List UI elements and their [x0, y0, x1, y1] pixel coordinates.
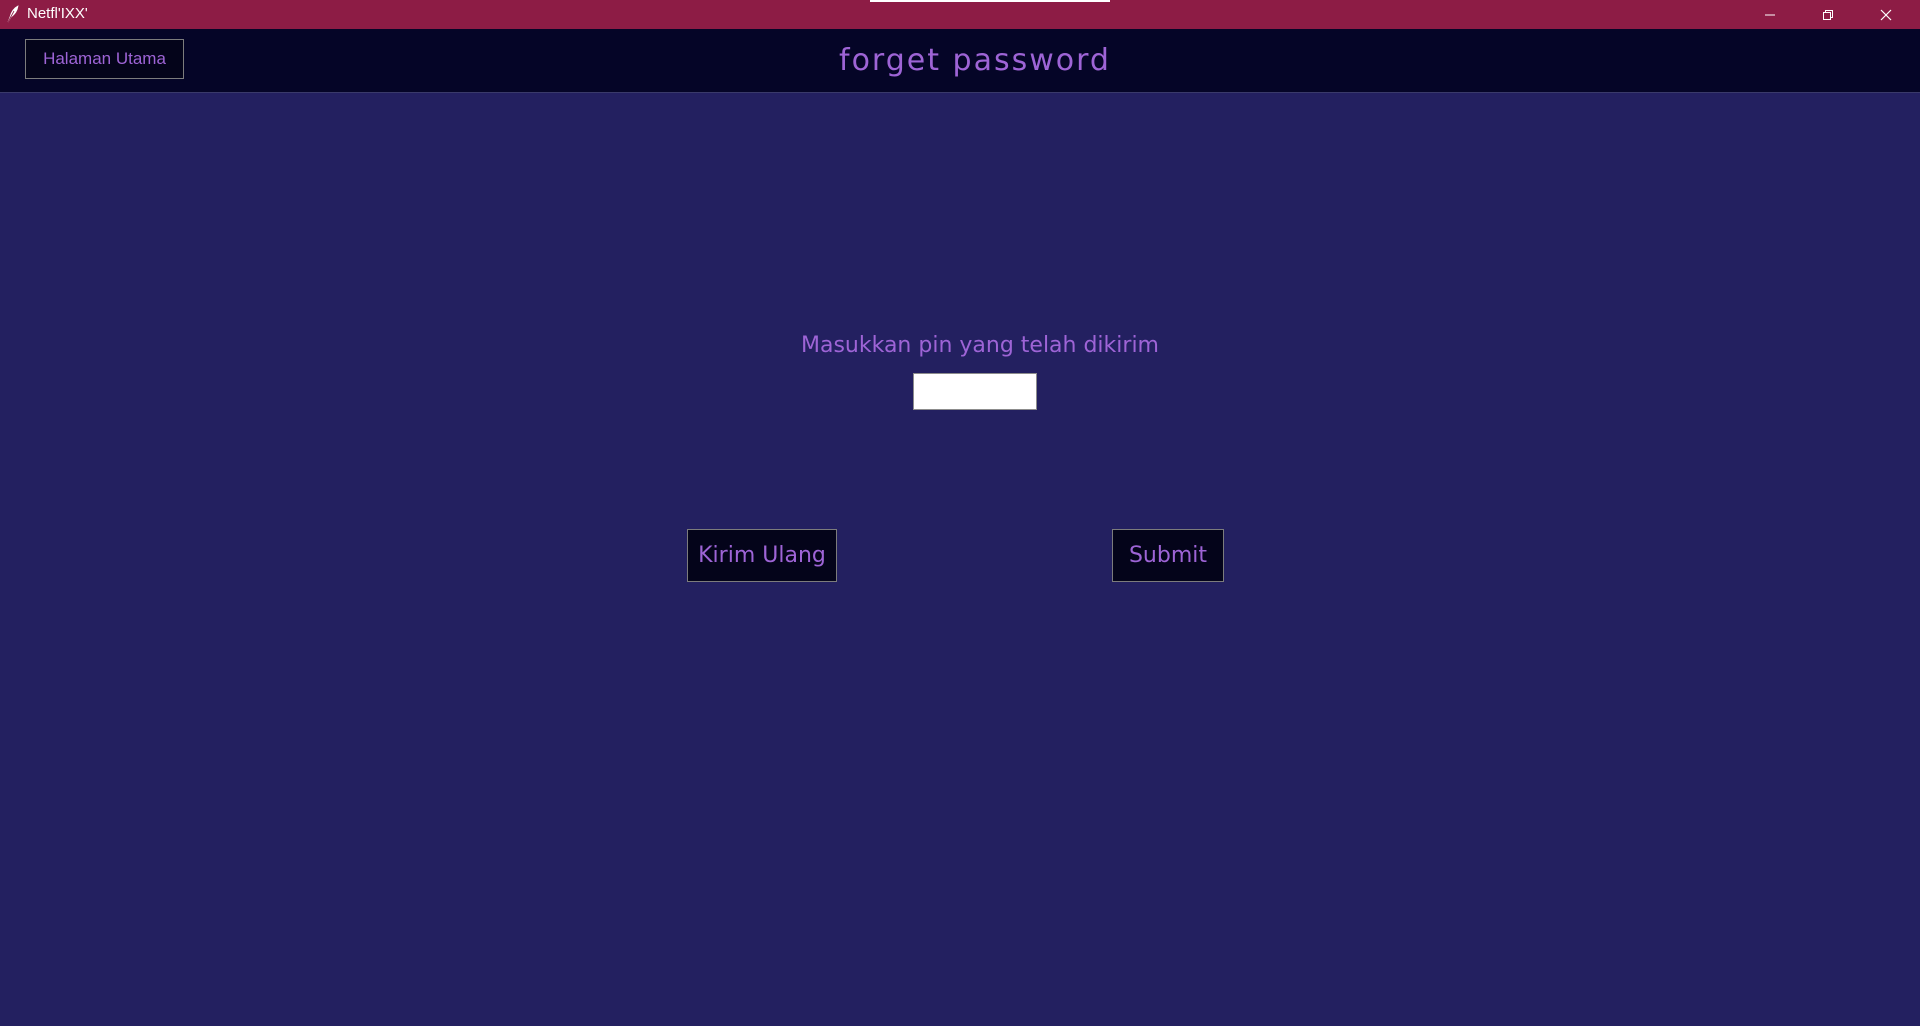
- page-title: forget password: [839, 43, 1111, 78]
- feather-icon: [6, 5, 20, 23]
- resend-button[interactable]: Kirim Ulang: [687, 529, 837, 582]
- close-icon: [1880, 9, 1892, 21]
- page-header: Halaman Utama forget password: [0, 29, 1920, 93]
- window-title: Netfl'IXX': [27, 5, 88, 22]
- restore-icon: [1822, 9, 1834, 21]
- minimize-button[interactable]: [1741, 0, 1799, 29]
- snap-indicator: [870, 0, 1110, 2]
- maximize-button[interactable]: [1799, 0, 1857, 29]
- title-bar[interactable]: Netfl'IXX': [0, 0, 1920, 29]
- submit-button[interactable]: Submit: [1112, 529, 1224, 582]
- close-button[interactable]: [1857, 0, 1915, 29]
- home-button[interactable]: Halaman Utama: [25, 39, 184, 79]
- pin-prompt-label: Masukkan pin yang telah dikirim: [800, 333, 1159, 358]
- pin-input[interactable]: [913, 373, 1037, 410]
- app-window: Netfl'IXX' Halaman Utama forget password…: [0, 0, 1920, 1026]
- minimize-icon: [1764, 9, 1776, 21]
